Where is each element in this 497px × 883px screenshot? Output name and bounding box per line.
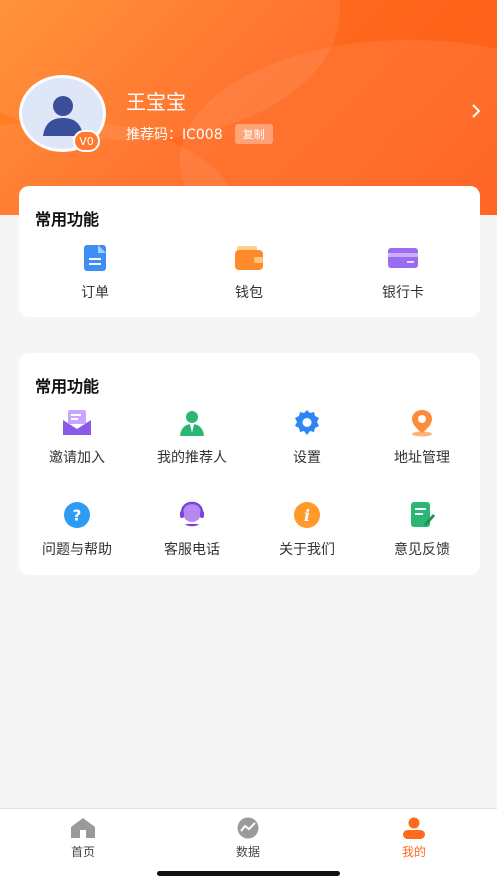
wallet-item[interactable]: 钱包 [209,244,289,302]
location-pin-icon [412,410,432,437]
feedback-edit-icon [411,502,435,527]
bank-card-icon [388,248,418,268]
feedback-label: 意见反馈 [394,542,450,558]
home-icon [71,818,95,838]
settings-gear-icon [295,410,319,435]
customer-service-item[interactable]: 客服电话 [136,501,248,559]
more-functions-card: 常用功能 邀请加入 我的推荐人 设置 地址管理 ? 问题与帮助 客服电话 i 关… [19,353,480,575]
address-label: 地址管理 [394,450,450,466]
help-item[interactable]: ? 问题与帮助 [21,501,133,559]
settings-item[interactable]: 设置 [251,409,363,467]
customer-service-icon [180,501,204,527]
about-item[interactable]: i 关于我们 [251,501,363,559]
help-label: 问题与帮助 [42,542,112,558]
feedback-item[interactable]: 意见反馈 [366,501,478,559]
address-item[interactable]: 地址管理 [366,409,478,467]
bank-card-label: 银行卡 [382,285,424,301]
invite-item[interactable]: 邀请加入 [21,409,133,467]
profile-chevron-right-icon[interactable] [470,103,482,124]
wallet-label: 钱包 [235,285,263,301]
order-label: 订单 [81,285,109,301]
card-title: 常用功能 [35,210,100,229]
settings-label: 设置 [293,450,321,466]
common-functions-card: 常用功能 订单 钱包 银行卡 [19,186,480,317]
tab-mine[interactable]: 我的 [374,817,454,860]
referral-code: 推荐码：IC008 [126,127,223,143]
tab-data[interactable]: 数据 [208,817,288,860]
username: 王宝宝 [126,90,186,114]
about-label: 关于我们 [279,542,335,558]
order-icon [84,245,106,271]
wallet-icon [235,246,263,270]
invite-label: 邀请加入 [49,450,105,466]
customer-service-label: 客服电话 [164,542,220,558]
invite-icon [63,410,91,435]
copy-button[interactable]: 复制 [234,124,273,144]
home-indicator [157,871,340,876]
referral-row: 推荐码：IC008 复制 [126,124,273,144]
user-icon [403,817,425,839]
referrer-label: 我的推荐人 [157,450,227,466]
svg-text:i: i [304,506,310,525]
tab-data-label: 数据 [235,845,260,859]
tab-home[interactable]: 首页 [43,817,123,860]
tab-home-label: 首页 [70,845,95,859]
order-item[interactable]: 订单 [55,244,135,302]
level-badge: V0 [73,130,100,152]
svg-text:?: ? [73,507,82,525]
info-icon: i [294,502,320,528]
referrer-icon [180,411,204,436]
bank-card-item[interactable]: 银行卡 [363,244,443,302]
tab-mine-label: 我的 [401,845,426,859]
card-title: 常用功能 [35,377,100,396]
help-question-icon: ? [64,502,90,528]
data-chart-icon [237,817,259,839]
referrer-item[interactable]: 我的推荐人 [136,409,248,467]
